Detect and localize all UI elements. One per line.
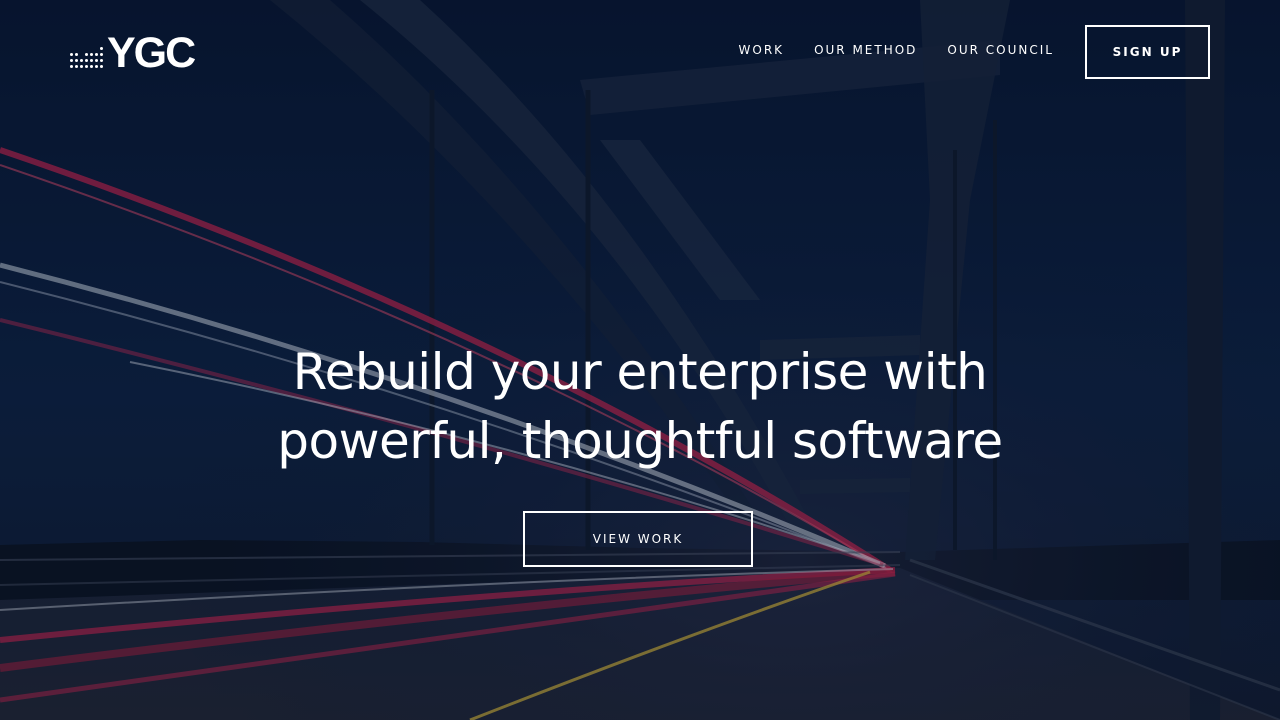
top-navigation: YGC WORK OUR METHOD OUR COUNCIL SIGN UP	[0, 0, 1280, 100]
hero-section: YGC WORK OUR METHOD OUR COUNCIL SIGN UP …	[0, 0, 1280, 720]
nav-links: WORK OUR METHOD OUR COUNCIL	[709, 42, 1054, 58]
logo-text: YGC	[107, 29, 196, 77]
hero-headline-line-1: Rebuild your enterprise with	[292, 343, 988, 401]
ygc-logo[interactable]: YGC	[70, 29, 196, 77]
logo-dots-icon	[70, 46, 103, 68]
view-work-button[interactable]: VIEW WORK	[523, 511, 753, 567]
sign-up-button[interactable]: SIGN UP	[1085, 25, 1210, 79]
nav-link-work[interactable]: WORK	[739, 42, 785, 58]
nav-link-our-council[interactable]: OUR COUNCIL	[947, 42, 1054, 58]
hero-headline: Rebuild your enterprise with powerful, t…	[0, 338, 1280, 476]
hero-headline-line-2: powerful, thoughtful software	[277, 412, 1003, 470]
nav-link-our-method[interactable]: OUR METHOD	[814, 42, 917, 58]
